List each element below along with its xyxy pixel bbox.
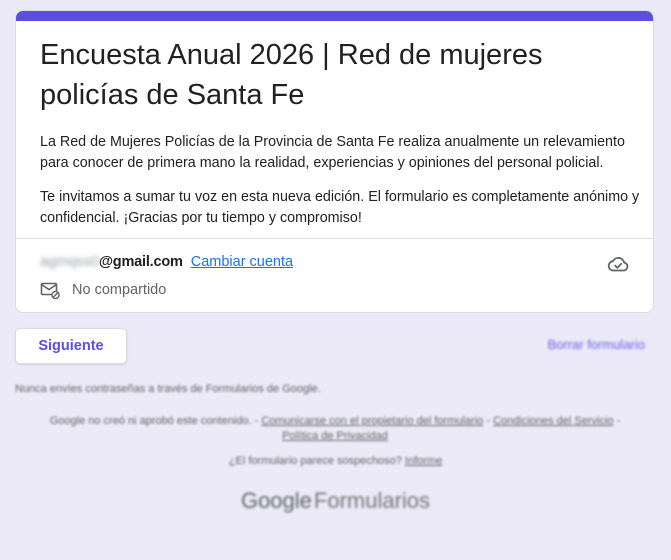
footer-separator-2: - bbox=[616, 415, 621, 427]
share-status-row: No compartido bbox=[40, 279, 166, 301]
switch-account-link[interactable]: Cambiar cuenta bbox=[191, 254, 293, 270]
card-accent-bar bbox=[16, 11, 653, 21]
form-description-paragraph-2: Te invitamos a sumar tu voz en esta nuev… bbox=[40, 189, 640, 226]
terms-link[interactable]: Condiciones del Servicio bbox=[493, 415, 613, 427]
report-link[interactable]: Informe bbox=[405, 455, 442, 467]
google-forms-logo[interactable]: GoogleFormularios bbox=[0, 488, 671, 514]
footer-disclaimer: Google no creó ni aprobó este contenido.… bbox=[40, 414, 630, 444]
form-title: Encuesta Anual 2026 | Red de mujeres pol… bbox=[40, 39, 543, 111]
clear-form-button[interactable]: Borrar formulario bbox=[547, 337, 645, 352]
form-header-card: Encuesta Anual 2026 | Red de mujeres pol… bbox=[15, 10, 654, 313]
account-row: agmqss0@gmail.com Cambiar cuenta bbox=[40, 252, 293, 272]
footer-separator: - bbox=[486, 415, 491, 427]
brand-product-text: Formularios bbox=[313, 488, 431, 513]
account-email-user: agmqss0 bbox=[40, 254, 99, 270]
form-description-paragraph-1: La Red de Mujeres Policías de la Provinc… bbox=[40, 134, 625, 171]
next-button[interactable]: Siguiente bbox=[15, 328, 127, 364]
password-warning: Nunca envíes contraseñas a través de For… bbox=[15, 383, 321, 395]
brand-google-text: Google bbox=[240, 488, 312, 513]
disclaimer-text: Google no creó ni aprobó este contenido.… bbox=[49, 415, 259, 427]
cloud-check-icon[interactable] bbox=[606, 252, 630, 276]
account-email-domain: @gmail.com bbox=[98, 254, 183, 270]
suspicious-text: ¿El formulario parece sospechoso? bbox=[228, 455, 402, 467]
card-divider bbox=[16, 238, 653, 239]
privacy-link[interactable]: Política de Privacidad bbox=[282, 430, 388, 442]
report-row: ¿El formulario parece sospechoso? Inform… bbox=[0, 455, 671, 467]
mail-not-shared-icon bbox=[40, 282, 60, 300]
share-status-text: No compartido bbox=[72, 282, 167, 298]
contact-owner-link[interactable]: Comunicarse con el propietario del formu… bbox=[261, 415, 483, 427]
